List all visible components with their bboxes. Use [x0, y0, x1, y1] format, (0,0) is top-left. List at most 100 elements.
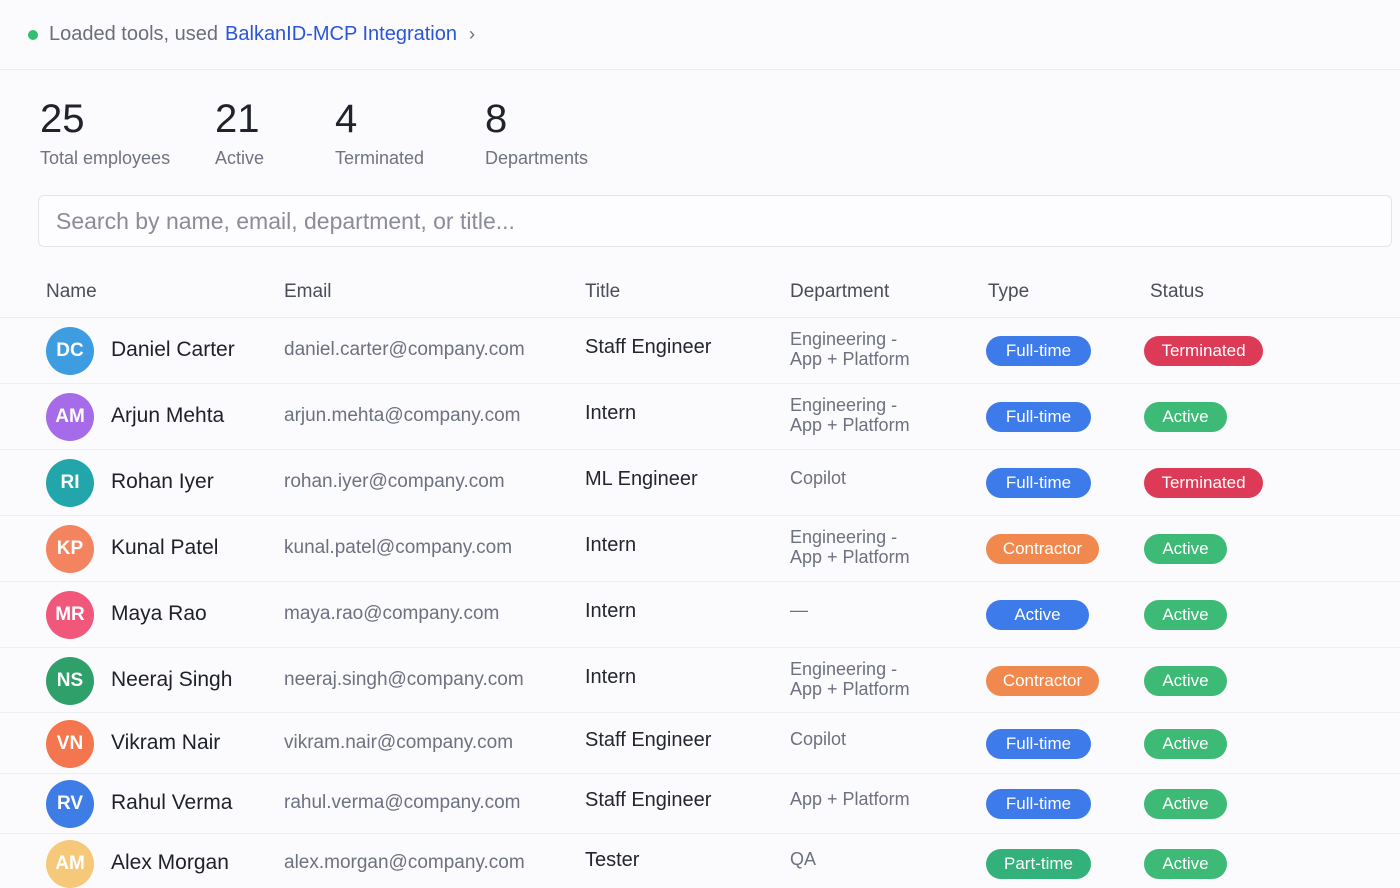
table-row[interactable]: RV Rahul Verma rahul.verma@company.com Staf… [0, 774, 1400, 834]
department-line: App + Platform [790, 547, 910, 567]
employee-title: Staff Engineer [585, 336, 712, 358]
avatar: RI [46, 459, 94, 507]
employee-name[interactable]: Kunal Patel [111, 536, 218, 560]
stat-label: Total employees [40, 148, 171, 168]
employee-department: App + Platform [790, 789, 960, 809]
department-line: Engineering - [790, 329, 898, 349]
avatar: AM [46, 840, 94, 888]
employee-department: Copilot [790, 729, 960, 749]
employee-email: maya.rao@company.com [284, 603, 500, 624]
column-header-name[interactable]: Name [46, 281, 97, 303]
avatar: DC [46, 327, 94, 375]
status-badge: Active [1144, 789, 1227, 819]
employee-department: Engineering - App + Platform [790, 659, 960, 699]
table-row[interactable]: VN Vikram Nair vikram.nair@company.com Staf… [0, 713, 1400, 774]
status-badge: Active [1144, 665, 1227, 696]
table-row[interactable]: AM Arjun Mehta arjun.mehta@company.com Inte… [0, 384, 1400, 450]
status-dot-icon [28, 29, 38, 40]
column-header-type[interactable]: Type [988, 281, 1029, 303]
column-header-title[interactable]: Title [585, 281, 620, 303]
employee-title: Staff Engineer [585, 789, 712, 811]
chevron-right-icon[interactable]: › [469, 24, 475, 45]
type-badge: Full-time [986, 789, 1091, 819]
department-line: App + Platform [790, 415, 910, 435]
department-line: App + Platform [790, 349, 910, 369]
department-line: App + Platform [790, 678, 910, 699]
employee-department: QA [790, 849, 960, 869]
employee-email: kunal.patel@company.com [284, 537, 513, 558]
status-badge: Active [1144, 849, 1227, 879]
department-line: — [790, 600, 808, 620]
type-badge: Full-time [986, 336, 1091, 366]
employee-title: Tester [585, 849, 640, 871]
type-badge: Full-time [986, 468, 1091, 498]
avatar: KP [46, 525, 94, 573]
employee-title: ML Engineer [585, 468, 698, 490]
employee-email: alex.morgan@company.com [284, 852, 525, 873]
type-badge: Contractor [986, 665, 1099, 696]
employee-department: Engineering - App + Platform [790, 329, 960, 369]
employee-title: Staff Engineer [585, 728, 712, 751]
department-line: Engineering - [790, 658, 898, 679]
table-row[interactable]: AM Alex Morgan alex.morgan@company.com Test… [0, 834, 1400, 888]
table-row[interactable]: NS Neeraj Singh neeraj.singh@company.com In… [0, 648, 1400, 713]
employee-name[interactable]: Arjun Mehta [111, 404, 224, 428]
employee-email: arjun.mehta@company.com [284, 405, 521, 426]
column-header-department[interactable]: Department [790, 281, 889, 303]
stat-active: 21 Active [215, 96, 264, 169]
integration-link[interactable]: BalkanID-MCP Integration [225, 23, 457, 46]
employee-name[interactable]: Maya Rao [111, 602, 207, 626]
search-input[interactable] [38, 195, 1392, 247]
table-row[interactable]: MR Maya Rao maya.rao@company.com Intern — Act… [0, 582, 1400, 648]
employee-name[interactable]: Alex Morgan [111, 851, 229, 875]
status-badge: Terminated [1144, 336, 1263, 366]
type-badge: Contractor [986, 534, 1099, 564]
stat-departments: 8 Departments [485, 96, 588, 169]
employee-name[interactable]: Vikram Nair [111, 731, 220, 755]
employee-department: — [790, 600, 960, 620]
department-line: Engineering - [790, 527, 898, 547]
employee-name[interactable]: Rahul Verma [111, 791, 232, 815]
stat-terminated: 4 Terminated [335, 96, 424, 169]
table-row[interactable]: RI Rohan Iyer rohan.iyer@company.com ML Eng… [0, 450, 1400, 516]
type-badge: Full-time [986, 728, 1091, 759]
stat-total-employees: 25 Total employees [40, 96, 170, 169]
status-badge: Active [1144, 534, 1227, 564]
avatar: AM [46, 393, 94, 441]
department-line: Engineering - [790, 395, 898, 415]
tool-status-text: Loaded tools, used [49, 23, 219, 45]
employee-title: Intern [585, 534, 637, 556]
employee-email: vikram.nair@company.com [284, 731, 514, 753]
employee-name[interactable]: Daniel Carter [111, 338, 235, 362]
avatar: MR [46, 591, 94, 639]
employee-department: Copilot [790, 468, 960, 488]
status-badge: Active [1144, 402, 1227, 432]
department-line: Copilot [790, 728, 847, 749]
type-badge: Active [986, 600, 1089, 630]
status-badge: Active [1144, 728, 1227, 759]
employee-name[interactable]: Rohan Iyer [111, 470, 214, 494]
employee-email: neeraj.singh@company.com [284, 668, 524, 690]
avatar: VN [46, 719, 94, 768]
department-line: QA [790, 849, 817, 869]
table-row[interactable]: DC Daniel Carter daniel.carter@company.com… [0, 318, 1400, 384]
employee-email: rahul.verma@company.com [284, 792, 521, 813]
stat-value: 25 [40, 97, 85, 141]
avatar: NS [46, 656, 94, 705]
stat-value: 4 [335, 97, 358, 141]
table-row[interactable]: KP Kunal Patel kunal.patel@company.com Inte… [0, 516, 1400, 582]
column-header-status[interactable]: Status [1150, 281, 1204, 303]
column-header-email[interactable]: Email [284, 281, 332, 303]
table-header: Name Email Title Department Type Status [0, 268, 1400, 318]
type-badge: Part-time [986, 849, 1091, 879]
stat-value: 21 [215, 97, 260, 141]
status-badge: Active [1144, 600, 1227, 630]
employee-title: Intern [585, 402, 637, 424]
department-line: Copilot [790, 468, 847, 488]
employee-name[interactable]: Neeraj Singh [111, 668, 232, 692]
employee-email: rohan.iyer@company.com [284, 471, 505, 492]
avatar: RV [46, 780, 94, 828]
stat-value: 8 [485, 97, 508, 141]
stat-label: Active [215, 148, 265, 168]
department-line: App + Platform [790, 789, 910, 809]
